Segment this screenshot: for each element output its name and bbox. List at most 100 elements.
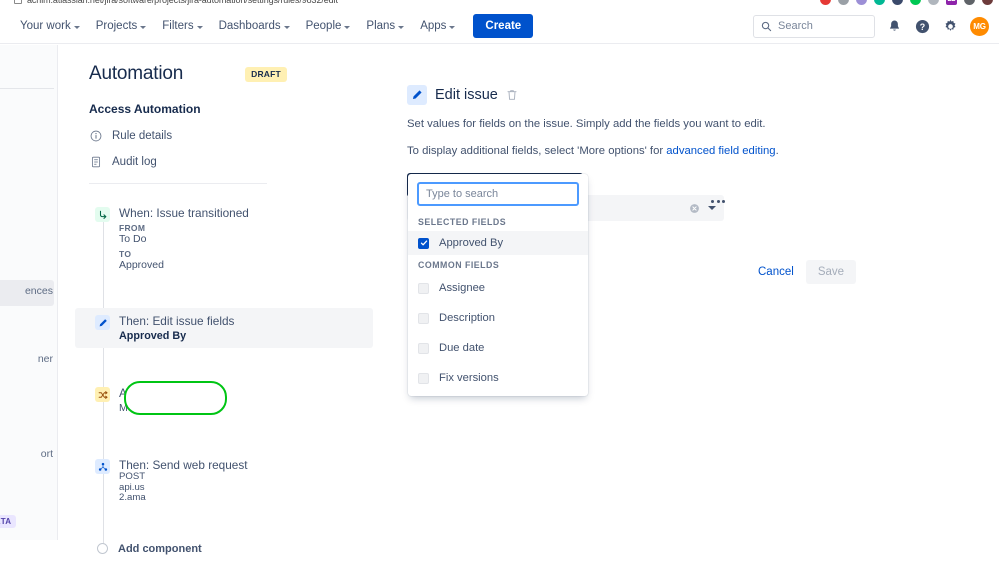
more-options-button[interactable] — [711, 200, 725, 203]
cancel-button[interactable]: Cancel — [758, 266, 794, 278]
condition-icon — [95, 387, 110, 402]
dropdown-item-fix-versions[interactable]: Fix versions — [408, 366, 588, 390]
editor-header: Edit issue — [407, 85, 999, 105]
advanced-field-editing-link[interactable]: advanced field editing — [666, 145, 775, 157]
dropdown-item-description[interactable]: Description — [408, 306, 588, 330]
trigger-icon — [95, 207, 110, 222]
nav-item-label: Filters — [162, 20, 194, 32]
nav-item-dashboards[interactable]: Dashboards — [211, 15, 298, 37]
edit-issue-panel: Edit issue Set values for fields on the … — [389, 45, 999, 540]
component-body: Then: Send web request POST api.us 2.ama — [119, 458, 248, 504]
add-component-label: Add component — [118, 542, 202, 555]
chevron-down-icon — [398, 25, 405, 29]
pencil-icon — [407, 85, 427, 105]
checkbox-icon — [418, 372, 429, 384]
dropdown-item-due-date[interactable]: Due date — [408, 336, 588, 360]
webhook-icon — [95, 459, 110, 474]
description-prefix: To display additional fields, select 'Mo… — [407, 145, 667, 157]
sidebar-item-rule-details[interactable]: Rule details — [89, 129, 373, 142]
sidebar-item-label: Rule details — [112, 129, 173, 142]
editor-title: Edit issue — [435, 87, 498, 103]
add-component-button[interactable]: Add component — [75, 537, 373, 561]
create-button[interactable]: Create — [473, 14, 534, 38]
dropdown-item-label: Approved By — [439, 237, 504, 249]
dropdown-item-assignee[interactable]: Assignee — [408, 276, 588, 300]
checkbox-icon — [418, 342, 429, 354]
dropdown-item-label: Description — [439, 312, 495, 324]
browser-extensions-strip[interactable]: 22 — [820, 0, 993, 7]
dropdown-item-approved-by[interactable]: Approved By — [408, 231, 588, 255]
sidebar-item-preferences[interactable]: ences — [25, 285, 53, 297]
extension-maroon-icon[interactable] — [982, 0, 993, 5]
dropdown-item-label: Assignee — [439, 282, 486, 294]
nav-item-plans[interactable]: Plans — [358, 15, 412, 37]
list-icon — [89, 155, 102, 168]
help-icon[interactable]: ? — [914, 18, 931, 35]
dropdown-search-input[interactable]: Type to search — [417, 182, 579, 206]
rule-component-send-web-request[interactable]: Then: Send web request POST api.us 2.ama — [75, 452, 373, 510]
extension-teal-icon[interactable] — [874, 0, 885, 5]
sidebar-item-audit-log[interactable]: Audit log — [89, 155, 373, 168]
dropdown-item-label: Fix versions — [439, 372, 499, 384]
notifications-bell-icon[interactable] — [886, 18, 903, 35]
component-title: When: Issue transitioned — [119, 206, 249, 220]
component-body: Then: Edit issue fields Approved By — [119, 314, 234, 342]
component-url-line: 2.ama — [119, 492, 146, 503]
checkbox-icon — [418, 282, 429, 294]
lock-icon — [14, 0, 22, 4]
svg-text:?: ? — [920, 21, 925, 31]
save-button[interactable]: Save — [805, 260, 857, 284]
user-avatar[interactable]: MG — [970, 16, 989, 36]
extension-red-icon[interactable] — [820, 0, 831, 5]
dot — [711, 200, 714, 203]
extension-counter-icon[interactable]: 22 — [946, 0, 957, 5]
delete-trash-icon[interactable] — [506, 89, 518, 101]
rule-component-trigger[interactable]: When: Issue transitioned FROM To Do TO A… — [75, 200, 373, 278]
nav-item-label: Your work — [20, 20, 71, 32]
extension-dark-icon[interactable] — [964, 0, 975, 5]
rule-component-condition[interactable]: Approved By equals Mohan Guntaka — [75, 380, 373, 420]
extension-grey2-icon[interactable] — [928, 0, 939, 5]
url-text: achim.atlassian.net/jira/software/projec… — [27, 0, 338, 5]
dropdown-group-label: COMMON FIELDS — [418, 260, 500, 270]
add-component-dot-icon — [97, 543, 108, 554]
extension-purple-icon[interactable] — [856, 0, 867, 5]
settings-gear-icon[interactable] — [942, 18, 959, 35]
rule-component-edit-issue-fields[interactable]: Then: Edit issue fields Approved By — [75, 308, 373, 348]
component-title: Then: Edit issue fields — [119, 314, 235, 328]
beta-badge: BETA — [0, 515, 17, 528]
component-url-line: POST — [119, 471, 146, 482]
browser-chrome-sliver: achim.atlassian.net/jira/software/projec… — [0, 0, 999, 9]
chevron-down-icon — [344, 25, 351, 29]
dropdown-item-label: Due date — [439, 342, 485, 354]
editor-description-2: To display additional fields, select 'Mo… — [407, 144, 999, 159]
rule-component-chain: When: Issue transitioned FROM To Do TO A… — [75, 200, 373, 561]
dot — [722, 200, 725, 203]
component-title: Approved By equals — [119, 386, 225, 400]
nav-item-label: Plans — [366, 20, 396, 32]
checkbox-icon — [418, 312, 429, 324]
component-value: Approved — [119, 259, 164, 271]
extension-navy-icon[interactable] — [892, 0, 903, 5]
component-value: To Do — [119, 233, 147, 245]
nav-item-people[interactable]: People — [298, 15, 359, 37]
extension-grey-icon[interactable] — [838, 0, 849, 5]
address-bar[interactable]: achim.atlassian.net/jira/software/projec… — [14, 0, 714, 8]
search-input[interactable]: Search — [753, 14, 875, 38]
nav-item-projects[interactable]: Projects — [88, 15, 155, 37]
dropdown-group-label: SELECTED FIELDS — [418, 217, 507, 227]
sidebar-item-planner[interactable]: ner — [38, 353, 53, 365]
clear-icon[interactable] — [689, 203, 700, 214]
component-subtitle: Mohan Guntaka — [119, 402, 194, 414]
extension-green-badge-icon[interactable] — [910, 0, 921, 5]
nav-item-label: People — [305, 20, 342, 32]
search-icon — [761, 21, 772, 31]
divider — [89, 183, 267, 184]
dot — [716, 200, 720, 203]
nav-item-apps[interactable]: Apps — [412, 15, 463, 37]
sidebar-item-support[interactable]: ort — [41, 448, 53, 460]
nav-item-your-work[interactable]: Your work — [12, 15, 88, 37]
nav-item-filters[interactable]: Filters — [154, 15, 210, 37]
component-body: When: Issue transitioned FROM To Do TO A… — [119, 206, 249, 272]
chevron-down-icon[interactable] — [708, 206, 716, 210]
